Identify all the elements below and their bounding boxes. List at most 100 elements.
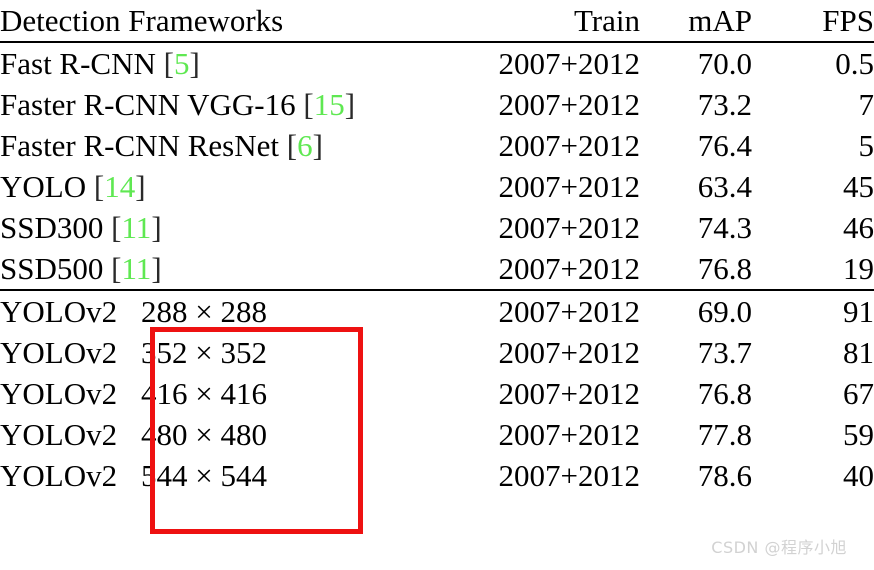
cell-map-value: 76.8: [640, 248, 752, 291]
framework-label: YOLOv2: [0, 376, 118, 411]
cell-map-value: 76.8: [697, 376, 752, 411]
cell-train-value: 2007+2012: [498, 46, 640, 81]
citation-number[interactable]: 11: [121, 210, 151, 245]
cell-map-value: 76.4: [697, 128, 752, 163]
framework-label: YOLOv2: [0, 335, 118, 370]
cell-fps-value: 46: [843, 210, 874, 245]
table-row: YOLOv2 544 × 544 2007+2012 78.6 40: [0, 455, 874, 496]
table-row: YOLOv2 480 × 480 2007+2012 77.8 59: [0, 414, 874, 455]
citation-number[interactable]: 11: [121, 251, 151, 286]
citation-bracket-open: [: [303, 87, 314, 122]
input-resolution-value: 480 × 480: [141, 417, 267, 452]
cell-train-value: 2007+2012: [498, 294, 640, 329]
table-row: Fast R-CNN [5] 2007+2012 70.0 0.5: [0, 42, 874, 84]
cell-train-value: 2007+2012: [498, 458, 640, 493]
cell-train-value: 2007+2012: [498, 128, 640, 163]
cell-map-value: 73.2: [697, 87, 752, 122]
table-row: SSD300 [11] 2007+2012 74.3 46: [0, 207, 874, 248]
citation-bracket-close: ]: [135, 169, 146, 204]
citation-bracket-close: ]: [151, 251, 162, 286]
column-header-fps: FPS: [752, 0, 874, 43]
framework-label: SSD500: [0, 251, 104, 286]
framework-label: Faster R-CNN ResNet: [0, 128, 279, 163]
cell-fps-value: 19: [752, 248, 874, 291]
table-row: Faster R-CNN VGG-16 [15] 2007+2012 73.2 7: [0, 84, 874, 125]
column-header-train: Train: [480, 0, 640, 43]
yolov2-name-and-resolution: YOLOv2 416 × 416: [0, 378, 480, 409]
cell-map-value: 69.0: [697, 294, 752, 329]
cell-framework-name: YOLO [14]: [0, 166, 480, 207]
cell-train-value: 2007+2012: [498, 417, 640, 452]
cell-map-value: 78.6: [697, 458, 752, 493]
table-row: YOLO [14] 2007+2012 63.4 45: [0, 166, 874, 207]
citation-bracket-close: ]: [312, 128, 323, 163]
citation-bracket-open: [: [286, 128, 298, 163]
cell-train-value: 2007+2012: [498, 335, 640, 370]
cell-framework-name: Faster R-CNN ResNet [6]: [0, 125, 480, 166]
cell-train-value: 2007+2012: [498, 169, 640, 204]
yolov2-name-and-resolution: YOLOv2 480 × 480: [0, 419, 480, 450]
cell-framework-name: SSD500 [11]: [0, 248, 480, 291]
cell-framework-name: Fast R-CNN [5]: [0, 42, 480, 84]
citation-bracket-open: [: [111, 210, 122, 245]
framework-label: SSD300: [0, 210, 104, 245]
table-figure: Detection Frameworks Train mAP FPS Fast …: [0, 0, 874, 570]
table-header: Detection Frameworks Train mAP FPS: [0, 0, 874, 43]
cell-map-value: 70.0: [697, 46, 752, 81]
table-row: YOLOv2 416 × 416 2007+2012 76.8 67: [0, 373, 874, 414]
citation-number[interactable]: 5: [174, 46, 190, 81]
cell-map-value: 77.8: [697, 417, 752, 452]
cell-train-value: 2007+2012: [480, 248, 640, 291]
yolov2-name-and-resolution: YOLOv2 352 × 352: [0, 337, 480, 368]
citation-bracket-open: [: [111, 251, 122, 286]
detection-frameworks-table: Detection Frameworks Train mAP FPS Fast …: [0, 0, 874, 496]
framework-label: Faster R-CNN VGG-16: [0, 87, 296, 122]
cell-fps-value: 67: [843, 376, 874, 411]
input-resolution-value: 544 × 544: [141, 458, 267, 493]
citation-bracket-close: ]: [344, 87, 356, 122]
cell-fps-value: 40: [843, 458, 874, 493]
cell-map-value: 63.4: [697, 169, 752, 204]
table-row: SSD500 [11] 2007+2012 76.8 19: [0, 248, 874, 291]
cell-framework-name: SSD300 [11]: [0, 207, 480, 248]
column-header-detection-frameworks: Detection Frameworks: [0, 0, 480, 43]
input-resolution-value: 416 × 416: [141, 376, 267, 411]
csdn-watermark: CSDN @程序小旭: [711, 538, 847, 557]
yolov2-name-and-resolution: YOLOv2 288 × 288: [0, 296, 480, 327]
table-row: YOLOv2 352 × 352 2007+2012 73.7 81: [0, 332, 874, 373]
cell-map-value: 74.3: [697, 210, 752, 245]
cell-framework-name: YOLOv2 352 × 352: [0, 332, 480, 373]
framework-label: YOLOv2: [0, 294, 118, 329]
table-body-baselines: Fast R-CNN [5] 2007+2012 70.0 0.5 Faster R-C…: [0, 42, 874, 291]
cell-train-value: 2007+2012: [498, 87, 640, 122]
cell-map-value: 73.7: [697, 335, 752, 370]
cell-train-value: 2007+2012: [498, 376, 640, 411]
citation-bracket-close: ]: [151, 210, 162, 245]
citation-bracket-open: [: [93, 169, 105, 204]
cell-fps-value: 81: [843, 335, 874, 370]
cell-fps-value: 0.5: [835, 46, 874, 81]
framework-label: YOLOv2: [0, 417, 118, 452]
cell-fps-value: 45: [843, 169, 874, 204]
table-header-row: Detection Frameworks Train mAP FPS: [0, 0, 874, 43]
input-resolution-value: 288 × 288: [141, 294, 267, 329]
detection-frameworks-table-wrapper: Detection Frameworks Train mAP FPS Fast …: [0, 0, 874, 496]
cell-framework-name: YOLOv2 480 × 480: [0, 414, 480, 455]
cell-framework-name: Faster R-CNN VGG-16 [15]: [0, 84, 480, 125]
input-resolution-value: 352 × 352: [141, 335, 267, 370]
citation-bracket-close: ]: [189, 46, 200, 81]
table-row: YOLOv2 288 × 288 2007+2012 69.0 91: [0, 290, 874, 332]
cell-fps-value: 91: [843, 294, 874, 329]
framework-label: YOLO: [0, 169, 87, 204]
cell-framework-name: YOLOv2 416 × 416: [0, 373, 480, 414]
citation-bracket-open: [: [163, 46, 174, 81]
citation-number[interactable]: 6: [297, 128, 313, 163]
cell-fps-value: 5: [858, 128, 874, 163]
framework-label: YOLOv2: [0, 458, 118, 493]
citation-number[interactable]: 14: [104, 169, 135, 204]
table-body-yolov2: YOLOv2 288 × 288 2007+2012 69.0 91 YOLOv2 352 …: [0, 290, 874, 496]
yolov2-name-and-resolution: YOLOv2 544 × 544: [0, 460, 480, 491]
framework-label: Fast R-CNN: [0, 46, 156, 81]
cell-framework-name: YOLOv2 544 × 544: [0, 455, 480, 496]
citation-number[interactable]: 15: [314, 87, 345, 122]
